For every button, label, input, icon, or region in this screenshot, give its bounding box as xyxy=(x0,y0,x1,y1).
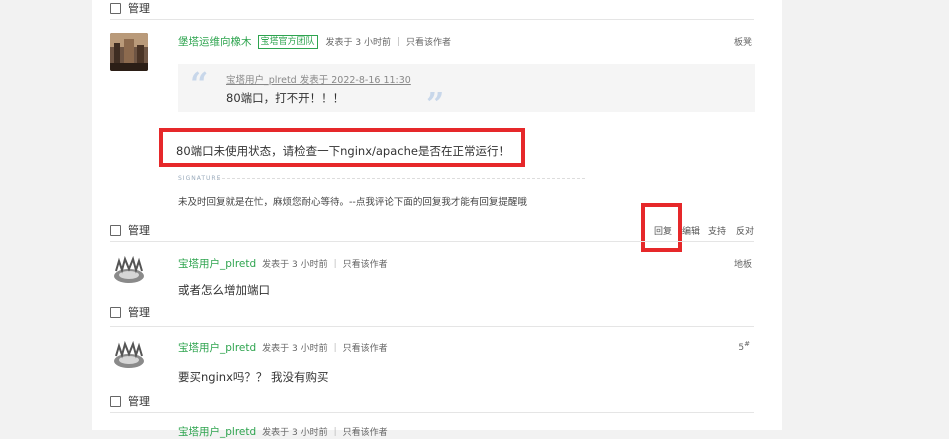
open-quote-icon: “ xyxy=(190,65,209,103)
post-content: 要买nginx吗？？ 我没有购买 xyxy=(178,370,329,384)
checkbox[interactable] xyxy=(110,224,121,236)
only-author-link[interactable]: 只看该作者 xyxy=(343,425,388,438)
quote-meta-link[interactable]: 宝塔用户_plretd 发表于 2022-8-16 11:30 xyxy=(226,72,411,86)
separator: | xyxy=(333,342,337,353)
username-link[interactable]: 堡塔运维向橡木 xyxy=(178,34,252,49)
manage-checkbox-1[interactable]: 管理 xyxy=(110,222,150,238)
only-author-link[interactable]: 只看该作者 xyxy=(343,257,388,270)
separator: | xyxy=(333,258,337,269)
floor-number[interactable]: 板凳 xyxy=(734,35,752,48)
close-quote-icon: ” xyxy=(426,85,445,123)
checkbox[interactable] xyxy=(110,395,121,407)
manage-label: 管理 xyxy=(128,224,150,237)
manage-label: 管理 xyxy=(128,306,150,319)
post-time: 发表于 3 小时前 xyxy=(262,260,328,270)
username-link[interactable]: 宝塔用户_plretd xyxy=(178,340,256,355)
reply-button[interactable]: 回复 xyxy=(654,224,672,237)
username-link[interactable]: 宝塔用户_plretd xyxy=(178,256,256,271)
signature-text: 未及时回复就是在忙，麻烦您耐心等待。--点我评论下面的回复我才能有回复提醒哦 xyxy=(178,197,527,208)
checkbox[interactable] xyxy=(110,306,121,318)
quote-text: 80端口，打不开！！！ xyxy=(226,91,345,105)
manage-label: 管理 xyxy=(128,2,150,15)
manage-checkbox-2[interactable]: 管理 xyxy=(110,304,150,320)
manage-checkbox-top[interactable]: 管理 xyxy=(110,0,150,16)
manage-checkbox-3[interactable]: 管理 xyxy=(110,393,150,409)
post-meta: 宝塔用户_plretd 发表于 3 小时前 | 只看该作者 xyxy=(178,256,388,271)
official-team-badge: 宝塔官方团队 xyxy=(257,34,318,49)
only-author-link[interactable]: 只看该作者 xyxy=(406,35,451,48)
quote-block: “ ” 宝塔用户_plretd 发表于 2022-8-16 11:30 80端口… xyxy=(178,64,755,120)
floor-number[interactable]: 5# xyxy=(738,340,750,353)
reply-content: 80端口未使用状态，请检查一下nginx/apache是否在正常运行！ xyxy=(176,144,510,158)
post-meta: 宝塔用户_plretd 发表于 3 小时前 | 只看该作者 xyxy=(178,340,388,355)
manage-label: 管理 xyxy=(128,395,150,408)
post-time: 发表于 3 小时前 xyxy=(262,428,328,438)
edit-button[interactable]: 编辑 xyxy=(682,224,700,237)
divider xyxy=(110,19,754,20)
only-author-link[interactable]: 只看该作者 xyxy=(343,341,388,354)
avatar[interactable] xyxy=(110,255,148,287)
checkbox[interactable] xyxy=(110,2,121,14)
separator: | xyxy=(396,36,401,47)
signature-divider xyxy=(217,178,585,179)
post-content: 或者怎么增加端口 xyxy=(178,283,270,297)
divider xyxy=(110,412,754,413)
floor-number[interactable]: 地板 xyxy=(734,257,752,270)
avatar[interactable] xyxy=(110,340,148,372)
avatar[interactable] xyxy=(110,33,148,71)
post-time: 发表于 3 小时前 xyxy=(325,38,391,48)
post-time: 发表于 3 小时前 xyxy=(262,344,328,354)
post-meta: 宝塔用户_plretd 发表于 3 小时前 | 只看该作者 xyxy=(178,424,388,439)
divider xyxy=(110,326,754,327)
floor-sup: # xyxy=(744,340,750,348)
username-link[interactable]: 宝塔用户_plretd xyxy=(178,424,256,439)
separator: | xyxy=(333,426,337,437)
thread-panel: 管理 堡塔运维向橡木 宝塔官方团队 发表于 3 小时前 | 只看该作者 板凳 “… xyxy=(92,0,782,438)
oppose-button[interactable]: 反对 xyxy=(736,224,754,237)
signature-label: SIGNATURE xyxy=(178,175,222,182)
support-button[interactable]: 支持 xyxy=(708,224,726,237)
post-meta: 堡塔运维向橡木 宝塔官方团队 发表于 3 小时前 | 只看该作者 xyxy=(178,34,451,49)
divider xyxy=(110,241,754,242)
